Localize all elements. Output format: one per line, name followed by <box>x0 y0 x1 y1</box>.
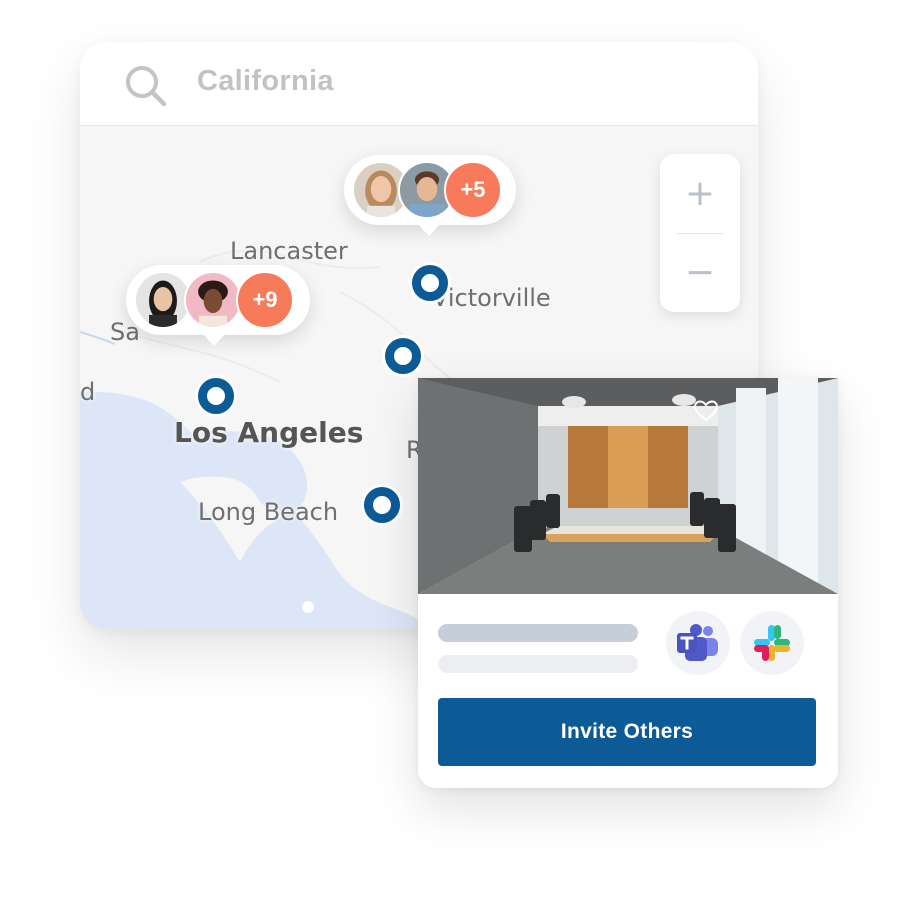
room-title-placeholder <box>438 624 638 642</box>
microsoft-teams-button[interactable] <box>666 611 730 675</box>
map-pin[interactable] <box>385 338 421 374</box>
search-icon <box>126 66 167 107</box>
invite-others-button[interactable]: Invite Others <box>438 698 816 766</box>
heart-icon[interactable] <box>694 400 718 422</box>
zoom-out-button[interactable]: − <box>660 233 740 312</box>
zoom-control: + − <box>660 154 740 312</box>
map-pin[interactable] <box>198 378 234 414</box>
city-label-long-beach: Long Beach <box>198 498 339 526</box>
search-bar[interactable]: California <box>80 42 758 126</box>
map-pin[interactable] <box>364 487 400 523</box>
room-subtitle-placeholder <box>438 655 638 673</box>
slack-button[interactable] <box>740 611 804 675</box>
slack-icon <box>754 625 790 661</box>
city-label-partial-west: d <box>80 378 96 406</box>
zoom-in-button[interactable]: + <box>660 154 740 233</box>
avatar <box>184 271 242 329</box>
ocean-bay <box>240 512 430 630</box>
user-cluster-bubble[interactable]: +9 <box>126 265 310 346</box>
map-pin[interactable] <box>412 265 448 301</box>
cluster-count-badge: +5 <box>444 161 502 219</box>
microsoft-teams-icon <box>677 624 718 661</box>
meeting-room-card[interactable]: Invite Others <box>418 378 838 788</box>
search-input[interactable]: California <box>197 65 334 98</box>
city-label-victorville: Victorville <box>432 284 551 312</box>
room-photo <box>418 378 838 594</box>
city-label-lancaster: Lancaster <box>230 237 348 265</box>
user-cluster-bubble[interactable]: +5 <box>344 155 516 236</box>
city-label-los-angeles: Los Angeles <box>174 416 364 449</box>
cluster-count-badge: +9 <box>236 271 294 329</box>
